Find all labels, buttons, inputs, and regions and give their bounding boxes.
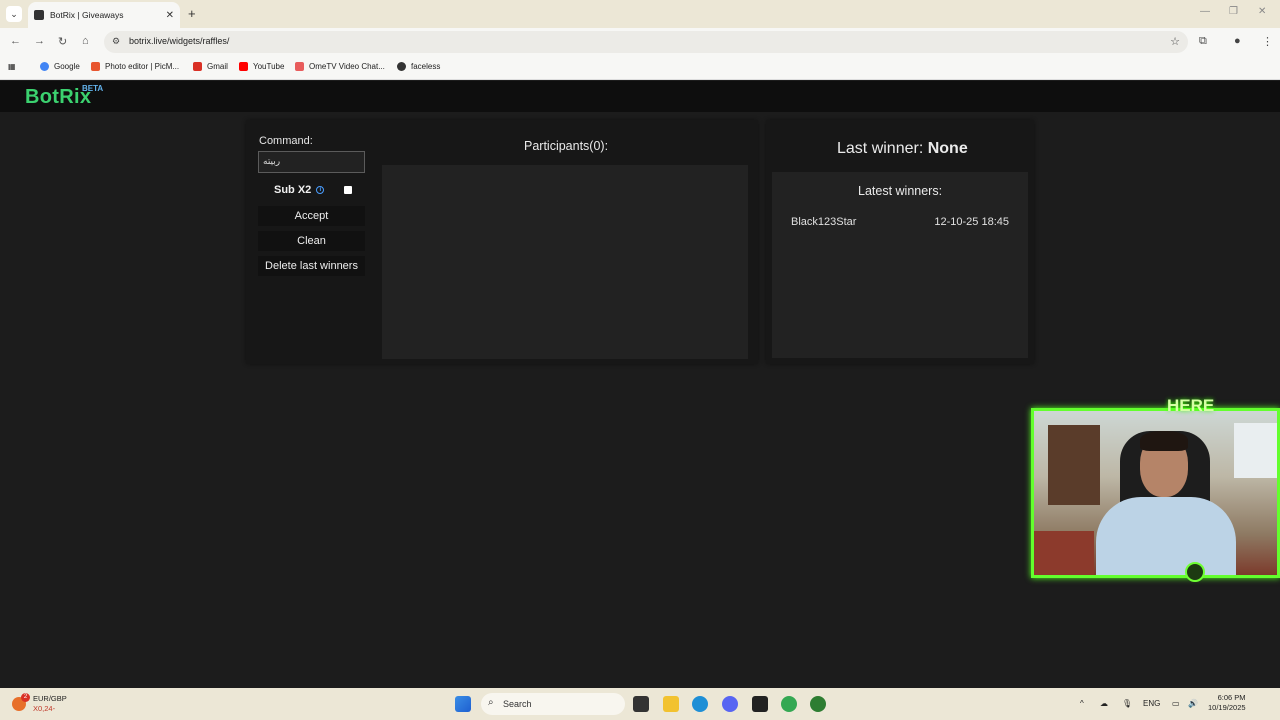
webcam-overlay bbox=[1031, 408, 1280, 578]
last-winner-value: None bbox=[927, 140, 968, 157]
browser-toolbar: ← → ↻ ⌂ ⚙ botrix.live/widgets/raffles/ ☆… bbox=[0, 28, 1280, 56]
taskbar-search[interactable]: ⌕ Search bbox=[481, 693, 625, 715]
bookmark-youtube[interactable]: YouTube bbox=[239, 62, 284, 71]
apps-icon[interactable]: ▦ bbox=[8, 62, 16, 71]
tab-search-button[interactable]: ⌄ bbox=[6, 6, 22, 22]
ticker-badge: 2 bbox=[21, 693, 30, 702]
webcam-window bbox=[1234, 423, 1277, 478]
webcam-rug bbox=[1034, 531, 1094, 575]
google-icon bbox=[40, 62, 49, 71]
winner-name: Black123Star bbox=[791, 216, 857, 228]
picsart-icon bbox=[91, 62, 100, 71]
task-view-icon[interactable] bbox=[633, 696, 649, 712]
delete-last-winners-button[interactable]: Delete last winners bbox=[258, 256, 365, 276]
app-icon[interactable] bbox=[752, 696, 768, 712]
file-explorer-icon[interactable] bbox=[663, 696, 679, 712]
gmail-icon bbox=[193, 62, 202, 71]
winner-date: 12-10-25 18:45 bbox=[934, 216, 1009, 228]
profile-avatar[interactable]: ● bbox=[1234, 35, 1241, 47]
bookmark-google[interactable]: Google bbox=[40, 62, 80, 71]
back-icon[interactable]: ← bbox=[10, 35, 21, 47]
tab-strip: ⌄ BotRix | Giveaways ✕ + — ❐ ✕ bbox=[0, 0, 1280, 28]
favicon-icon bbox=[34, 10, 44, 20]
more-menu-icon[interactable]: ⋮ bbox=[1262, 35, 1273, 48]
last-winner-heading: Last winner: None bbox=[837, 140, 968, 157]
clock-date: 10/19/2025 bbox=[1208, 703, 1246, 712]
bookmark-ometv[interactable]: OmeTV Video Chat... bbox=[295, 62, 385, 71]
clean-button[interactable]: Clean bbox=[258, 231, 365, 251]
restore-button[interactable]: ❐ bbox=[1229, 6, 1238, 17]
windows-start-icon[interactable] bbox=[455, 696, 471, 712]
bookmark-star-icon[interactable]: ☆ bbox=[1170, 35, 1180, 48]
new-tab-button[interactable]: + bbox=[188, 6, 196, 21]
address-bar[interactable]: ⚙ botrix.live/widgets/raffles/ ☆ bbox=[104, 31, 1188, 53]
url-text: botrix.live/widgets/raffles/ bbox=[129, 36, 230, 46]
site-header: BotRix BETA bbox=[0, 81, 1280, 112]
ticker-widget[interactable]: EUR/GBP X0,24- bbox=[33, 694, 67, 714]
bookmark-faceless[interactable]: faceless bbox=[397, 62, 440, 71]
extensions-icon[interactable]: ⧉ bbox=[1199, 35, 1207, 48]
window-close-button[interactable]: ✕ bbox=[1258, 6, 1266, 17]
home-icon[interactable]: ⌂ bbox=[82, 35, 89, 47]
discord-icon[interactable] bbox=[722, 696, 738, 712]
command-label: Command: bbox=[259, 135, 313, 147]
onedrive-icon[interactable]: ☁ bbox=[1100, 699, 1108, 708]
ticker-name: EUR/GBP bbox=[33, 694, 67, 703]
webcam-person-hair bbox=[1140, 431, 1188, 451]
search-icon: ⌕ bbox=[488, 697, 494, 708]
webcam-door bbox=[1048, 425, 1100, 505]
winner-row: Black123Star 12-10-25 18:45 bbox=[791, 216, 1009, 228]
bookmarks-bar: ▦ Google Photo editor | PicM... Gmail Yo… bbox=[0, 56, 1280, 80]
tray-overflow-icon[interactable]: ^ bbox=[1080, 699, 1084, 708]
latest-winners-box: Latest winners: Black123Star 12-10-25 18… bbox=[772, 172, 1028, 358]
taskbar-clock[interactable]: 6:06 PM 10/19/2025 bbox=[1208, 693, 1246, 713]
overlay-badge-icon bbox=[1185, 562, 1205, 582]
ticker-value: X0,24- bbox=[33, 704, 56, 713]
chrome-profile-icon[interactable] bbox=[810, 696, 826, 712]
taskbar: 2 EUR/GBP X0,24- ⌕ Search ^ ☁ 🎙 ENG ▭ 🔊 … bbox=[0, 688, 1280, 720]
overlay-here-text: HERE bbox=[1167, 396, 1215, 415]
network-icon[interactable]: ▭ bbox=[1172, 699, 1180, 708]
youtube-icon bbox=[239, 62, 248, 71]
site-settings-icon[interactable]: ⚙ bbox=[112, 36, 120, 47]
ometv-icon bbox=[295, 62, 304, 71]
forward-icon[interactable]: → bbox=[34, 35, 45, 47]
language-indicator[interactable]: ENG bbox=[1143, 699, 1160, 708]
sub-x2-label: Sub X2 i bbox=[274, 184, 325, 196]
edge-icon[interactable] bbox=[692, 696, 708, 712]
winners-panel: Last winner: None Latest winners: Black1… bbox=[766, 120, 1034, 364]
sub-x2-checkbox[interactable] bbox=[344, 186, 352, 194]
participants-list[interactable] bbox=[382, 165, 748, 359]
volume-icon[interactable]: 🔊 bbox=[1188, 699, 1198, 708]
tab-title: BotRix | Giveaways bbox=[50, 10, 124, 20]
info-icon[interactable]: i bbox=[316, 186, 325, 195]
browser-tab[interactable]: BotRix | Giveaways ✕ bbox=[28, 2, 180, 28]
latest-winners-title: Latest winners: bbox=[858, 184, 943, 198]
clock-time: 6:06 PM bbox=[1217, 693, 1246, 702]
webcam-person-shirt bbox=[1096, 497, 1236, 575]
chrome-icon[interactable] bbox=[781, 696, 797, 712]
bookmark-photo-editor[interactable]: Photo editor | PicM... bbox=[91, 62, 179, 71]
faceless-icon bbox=[397, 62, 406, 71]
raffle-panel: Command: ربیته Sub X2 i Accept Clean Dele… bbox=[246, 120, 758, 364]
search-placeholder: Search bbox=[503, 699, 532, 709]
accept-button[interactable]: Accept bbox=[258, 206, 365, 226]
beta-badge: BETA bbox=[82, 84, 104, 93]
bookmark-gmail[interactable]: Gmail bbox=[193, 62, 228, 71]
minimize-button[interactable]: — bbox=[1200, 6, 1210, 17]
reload-icon[interactable]: ↻ bbox=[58, 35, 67, 48]
close-icon[interactable]: ✕ bbox=[166, 10, 174, 21]
microphone-icon[interactable]: 🎙 bbox=[1122, 699, 1132, 708]
participants-title: Participants(0): bbox=[524, 139, 609, 153]
command-input[interactable]: ربیته bbox=[258, 151, 365, 173]
